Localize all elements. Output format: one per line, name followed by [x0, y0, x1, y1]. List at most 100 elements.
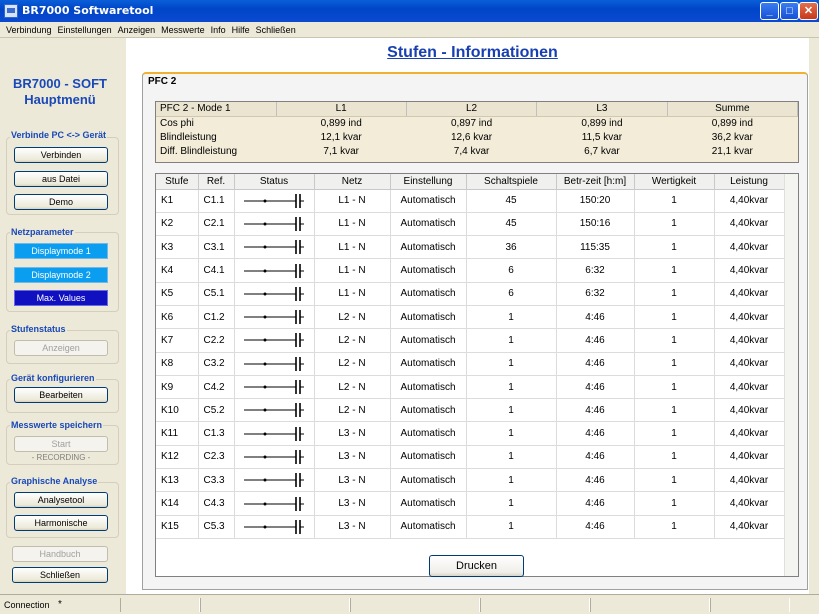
status-cell — [120, 598, 200, 612]
capacitor-switch-icon — [234, 189, 315, 213]
cell-einstellung: Automatisch — [390, 328, 467, 353]
summary-label: Diff. Blindleistung — [160, 145, 238, 157]
capacitor-switch-icon — [244, 193, 304, 208]
start-button[interactable]: Start — [14, 436, 108, 452]
minimize-button[interactable]: _ — [760, 2, 779, 20]
aus-datei-button[interactable]: aus Datei — [14, 171, 108, 187]
status-cell — [710, 598, 790, 612]
table-row[interactable]: K9 C4.2 L2 - N Automatisch 1 4:46 1 4,40kvar — [156, 375, 785, 400]
cell-leistung: 4,40kvar — [714, 352, 785, 376]
summary-table: PFC 2 - Mode 1 L1 L2 L3 Summe Cos phi 0,… — [155, 101, 799, 163]
drucken-button[interactable]: Drucken — [429, 555, 524, 577]
table-row[interactable]: K13 C3.3 L3 - N Automatisch 1 4:46 1 4,40kvar — [156, 468, 785, 493]
cell-schaltspiele: 45 — [466, 212, 557, 237]
title-bar: BR7000 Softwaretool _ □ ✕ — [0, 0, 819, 22]
status-cell — [350, 598, 480, 612]
cell-leistung: 4,40kvar — [714, 445, 785, 470]
table-row[interactable]: K1 C1.1 L1 - N Automatisch 45 150:20 1 4,40kvar — [156, 189, 785, 213]
table-row[interactable]: K11 C1.3 L3 - N Automatisch 1 4:46 1 4,40kvar — [156, 421, 785, 446]
cell-leistung: 4,40kvar — [714, 398, 785, 423]
status-cell — [480, 598, 590, 612]
bearbeiten-button[interactable]: Bearbeiten — [14, 387, 108, 403]
panel-title: PFC 2 — [148, 76, 177, 87]
summary-value: 36,2 kvar — [711, 131, 753, 143]
table-row[interactable]: K5 C5.1 L1 - N Automatisch 6 6:32 1 4,40kvar — [156, 282, 785, 306]
summary-header-l1: L1 — [276, 102, 407, 117]
cell-stufe: K1 — [156, 189, 199, 213]
cell-stufe: K4 — [156, 258, 199, 283]
harmonische-button[interactable]: Harmonische — [14, 515, 108, 531]
sidebar: BR7000 - SOFT Hauptmenü Verbinde PC <-> … — [0, 38, 126, 594]
capacitor-switch-icon — [244, 240, 304, 255]
summary-value: 6,7 kvar — [584, 145, 620, 157]
menu-schliessen[interactable]: Schließen — [256, 22, 296, 35]
cell-stufe: K13 — [156, 468, 199, 493]
summary-value: 21,1 kvar — [711, 145, 753, 157]
capacitor-switch-icon — [234, 491, 315, 516]
summary-label: Blindleistung — [160, 131, 217, 143]
table-row[interactable]: K4 C4.1 L1 - N Automatisch 6 6:32 1 4,40kvar — [156, 258, 785, 283]
cell-einstellung: Automatisch — [390, 235, 467, 260]
cell-schaltspiele: 1 — [466, 468, 557, 493]
table-row[interactable]: K7 C2.2 L2 - N Automatisch 1 4:46 1 4,40kvar — [156, 328, 785, 353]
capacitor-switch-icon — [244, 426, 304, 441]
page-title: Stufen - Informationen — [387, 44, 558, 61]
table-row[interactable]: K3 C3.1 L1 - N Automatisch 36 115:35 1 4,40kvar — [156, 235, 785, 260]
status-indicator: * — [58, 599, 62, 610]
menu-anzeigen[interactable]: Anzeigen — [118, 22, 156, 35]
cell-netz: L3 - N — [314, 468, 391, 493]
menu-verbindung[interactable]: Verbindung — [6, 22, 52, 35]
table-row[interactable]: K6 C1.2 L2 - N Automatisch 1 4:46 1 4,40kvar — [156, 305, 785, 330]
group-konfig-label: Gerät konfigurieren — [10, 373, 96, 383]
capacitor-switch-icon — [234, 328, 315, 353]
displaymode-1-button[interactable]: Displaymode 1 — [14, 243, 108, 259]
menu-hilfe[interactable]: Hilfe — [232, 22, 250, 35]
max-values-button[interactable]: Max. Values — [14, 290, 108, 306]
cell-ref: C1.2 — [198, 305, 235, 330]
cell-schaltspiele: 36 — [466, 235, 557, 260]
table-row[interactable]: K14 C4.3 L3 - N Automatisch 1 4:46 1 4,40kvar — [156, 491, 785, 516]
handbuch-button[interactable]: Handbuch — [12, 546, 108, 562]
table-row[interactable]: K8 C3.2 L2 - N Automatisch 1 4:46 1 4,40kvar — [156, 352, 785, 376]
capacitor-switch-icon — [234, 212, 315, 237]
table-row[interactable]: K10 C5.2 L2 - N Automatisch 1 4:46 1 4,40kvar — [156, 398, 785, 423]
cell-einstellung: Automatisch — [390, 212, 467, 237]
cell-betriebszeit: 150:16 — [556, 212, 635, 237]
cell-wertigkeit: 1 — [634, 421, 715, 446]
vertical-scrollbar[interactable] — [784, 174, 798, 576]
cell-wertigkeit: 1 — [634, 375, 715, 400]
verbinden-button[interactable]: Verbinden — [14, 147, 108, 163]
capacitor-switch-icon — [244, 473, 304, 488]
cell-einstellung: Automatisch — [390, 305, 467, 330]
sidebar-title: BR7000 - SOFT — [13, 76, 107, 91]
cell-netz: L1 - N — [314, 258, 391, 283]
cell-stufe: K5 — [156, 282, 199, 306]
menu-info[interactable]: Info — [211, 22, 226, 35]
table-row[interactable]: K15 C5.3 L3 - N Automatisch 1 4:46 1 4,40kvar — [156, 515, 785, 539]
demo-button[interactable]: Demo — [14, 194, 108, 210]
cell-einstellung: Automatisch — [390, 491, 467, 516]
cell-betriebszeit: 4:46 — [556, 421, 635, 446]
capacitor-switch-icon — [234, 258, 315, 283]
analysetool-button[interactable]: Analysetool — [14, 492, 108, 508]
menu-messwerte[interactable]: Messwerte — [161, 22, 205, 35]
table-row[interactable]: K12 C2.3 L3 - N Automatisch 1 4:46 1 4,40kvar — [156, 445, 785, 470]
table-row[interactable]: K2 C2.1 L1 - N Automatisch 45 150:16 1 4,40kvar — [156, 212, 785, 237]
menu-einstellungen[interactable]: Einstellungen — [58, 22, 112, 35]
close-button[interactable]: ✕ — [799, 2, 818, 20]
recording-note: - RECORDING - — [31, 453, 91, 462]
anzeigen-button[interactable]: Anzeigen — [14, 340, 108, 356]
summary-value: 7,4 kvar — [453, 145, 490, 157]
schliessen-button[interactable]: Schließen — [12, 567, 108, 583]
capacitor-switch-icon — [234, 375, 315, 400]
maximize-button[interactable]: □ — [780, 2, 799, 20]
stufen-table[interactable]: Stufe Ref. Status Netz Einstellung Schal… — [155, 173, 799, 577]
displaymode-2-button[interactable]: Displaymode 2 — [14, 267, 108, 283]
cell-netz: L2 - N — [314, 305, 391, 330]
cell-wertigkeit: 1 — [634, 235, 715, 260]
summary-value: 0,899 ind — [711, 117, 753, 129]
cell-netz: L3 - N — [314, 491, 391, 516]
cell-leistung: 4,40kvar — [714, 515, 785, 539]
cell-leistung: 4,40kvar — [714, 421, 785, 446]
main-area: Stufen - Informationen PFC 2 PFC 2 - Mod… — [126, 38, 819, 594]
